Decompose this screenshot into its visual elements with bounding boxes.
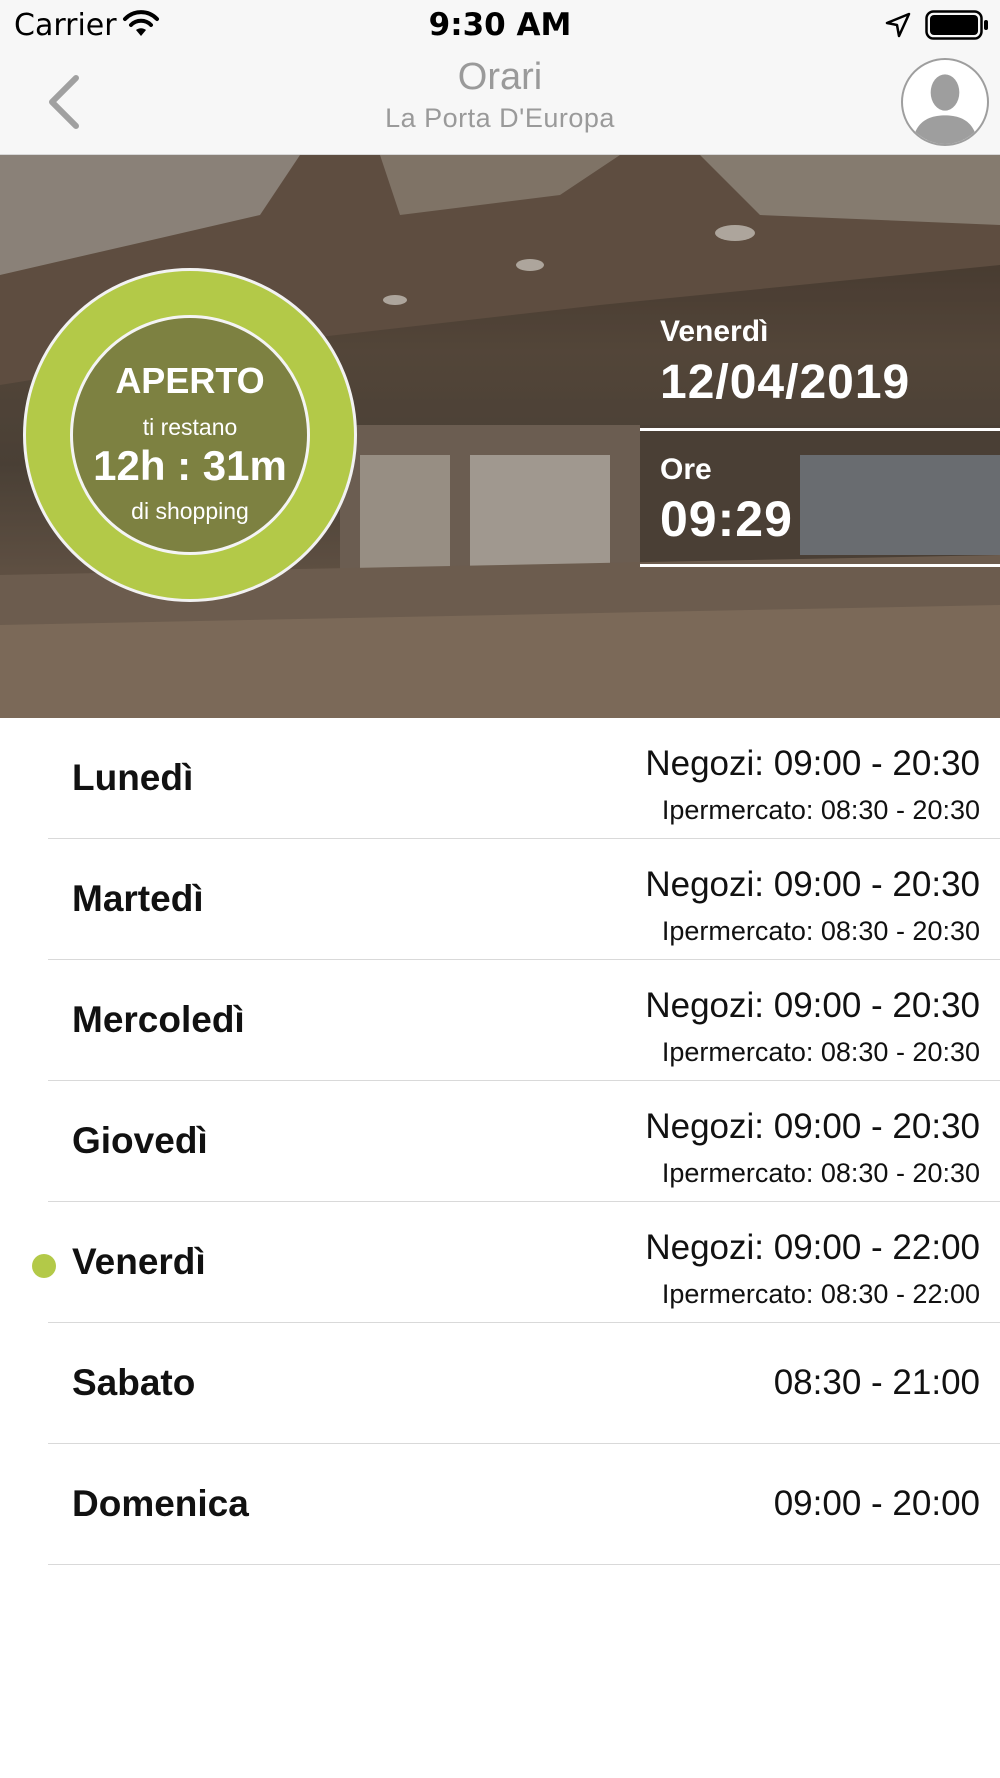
shops-hours: Negozi: 09:00 - 22:00: [645, 1228, 980, 1267]
page-subtitle: La Porta D'Europa: [385, 103, 615, 133]
open-status-inner: APERTO ti restano 12h : 31m di shopping: [70, 315, 310, 555]
current-day: Venerdì: [660, 315, 769, 348]
remaining-time: 12h : 31m: [93, 442, 287, 489]
list-item: Martedì Negozi: 09:00 - 20:30 Ipermercat…: [0, 839, 1000, 960]
list-item: Mercoledì Negozi: 09:00 - 20:30 Ipermerc…: [0, 960, 1000, 1081]
hypermarket-hours: Ipermercato: 08:30 - 20:30: [661, 1037, 980, 1067]
time-label: Ore: [660, 453, 712, 486]
status-bar: Carrier 9:30 AM: [0, 0, 1000, 50]
list-item: Domenica 09:00 - 20:00: [0, 1444, 1000, 1565]
day-name: Giovedì: [72, 1120, 208, 1161]
divider: [640, 564, 1000, 567]
shops-hours: Negozi: 09:00 - 20:30: [645, 744, 980, 783]
list-item: Sabato 08:30 - 21:00: [0, 1323, 1000, 1444]
day-hours: 09:00 - 20:00: [773, 1484, 980, 1523]
shops-hours: Negozi: 09:00 - 20:30: [645, 865, 980, 904]
hypermarket-hours: Ipermercato: 08:30 - 20:30: [661, 795, 980, 825]
shops-hours: Negozi: 09:00 - 20:30: [645, 1107, 980, 1146]
list-item: Giovedì Negozi: 09:00 - 20:30 Ipermercat…: [0, 1081, 1000, 1202]
day-name: Domenica: [72, 1483, 249, 1524]
hypermarket-hours: Ipermercato: 08:30 - 20:30: [661, 916, 980, 946]
hero-banner: APERTO ti restano 12h : 31m di shopping …: [0, 155, 1000, 718]
location-arrow-icon: [885, 12, 911, 38]
navigation-bar: Orari La Porta D'Europa: [0, 50, 1000, 155]
current-time: 09:29: [660, 491, 793, 547]
divider: [640, 428, 1000, 431]
current-date: 12/04/2019: [660, 356, 911, 409]
divider: [48, 1564, 1000, 1565]
list-item: Venerdì Negozi: 09:00 - 22:00 Ipermercat…: [0, 1202, 1000, 1323]
hypermarket-hours: Ipermercato: 08:30 - 20:30: [661, 1158, 980, 1188]
hypermarket-hours: Ipermercato: 08:30 - 22:00: [661, 1279, 980, 1309]
today-indicator: [32, 1254, 56, 1278]
page-title: Orari: [457, 56, 543, 98]
day-name: Sabato: [72, 1362, 196, 1403]
remaining-prefix: ti restano: [142, 414, 238, 440]
day-name: Mercoledì: [72, 999, 245, 1040]
list-item: Lunedì Negozi: 09:00 - 20:30 Ipermercato…: [0, 718, 1000, 839]
day-hours: 08:30 - 21:00: [773, 1363, 980, 1402]
battery-icon: [925, 10, 988, 40]
shops-hours: Negozi: 09:00 - 20:30: [645, 986, 980, 1025]
open-status-ring: APERTO ti restano 12h : 31m di shopping: [23, 268, 357, 602]
user-silhouette-icon: [912, 74, 978, 144]
avatar[interactable]: [901, 58, 989, 146]
day-name: Venerdì: [72, 1241, 206, 1282]
open-status-label: APERTO: [115, 360, 265, 401]
day-name: Lunedì: [72, 757, 194, 798]
clock: 9:30 AM: [428, 7, 572, 43]
remaining-suffix: di shopping: [131, 498, 249, 524]
day-name: Martedì: [72, 878, 204, 919]
